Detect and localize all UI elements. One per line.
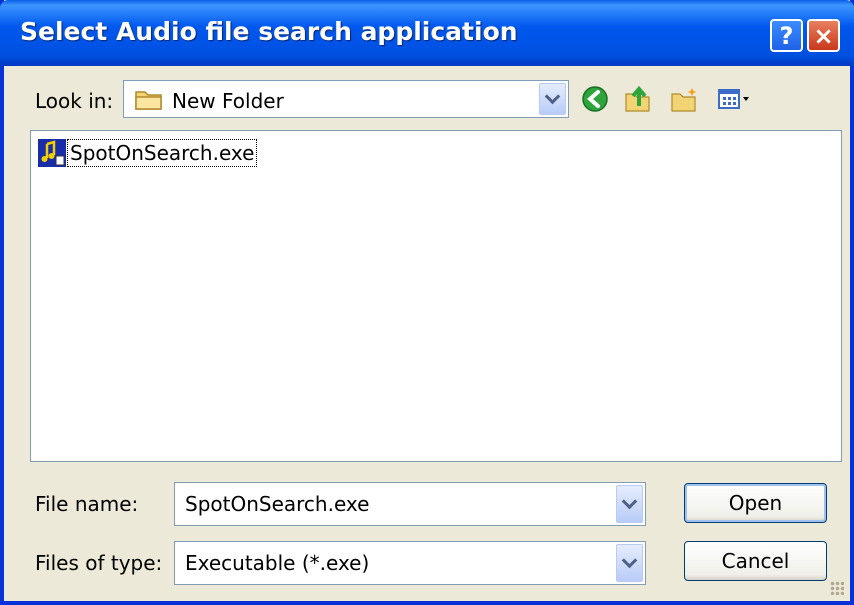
up-folder-button[interactable] [621,82,655,116]
file-type-label: Files of type: [35,551,163,575]
resize-grip[interactable] [830,581,844,595]
back-icon [582,86,608,112]
chevron-down-icon [544,88,561,104]
new-folder-icon [671,88,697,112]
look-in-label: Look in: [35,89,114,113]
help-button[interactable]: ? [770,19,803,52]
file-type-value: Executable (*.exe) [185,551,370,575]
chevron-down-icon [621,493,638,509]
cancel-button-label: Cancel [721,549,790,573]
audio-exe-icon [38,139,66,167]
file-name-field[interactable]: SpotOnSearch.exe [174,482,646,526]
view-menu-button[interactable] [714,82,760,116]
open-button[interactable]: Open [684,483,827,523]
up-folder-icon [625,85,650,112]
dialog-window: Select Audio file search application ? ×… [0,0,854,605]
new-folder-button[interactable] [667,82,701,116]
file-name-label: SpotOnSearch.exe [67,139,258,167]
cancel-button[interactable]: Cancel [684,541,827,581]
look-in-value: New Folder [172,89,284,113]
open-button-label: Open [728,491,783,515]
chevron-down-icon [621,552,638,568]
file-name-field-label: File name: [35,492,139,516]
title-bar[interactable]: Select Audio file search application ? × [0,0,854,66]
window-title: Select Audio file search application [20,17,518,46]
view-menu-icon [718,89,749,109]
close-button[interactable]: × [807,19,840,52]
look-in-dropdown[interactable]: New Folder [123,80,569,118]
file-type-dropdown-button[interactable] [616,544,643,582]
file-name-dropdown-button[interactable] [616,485,643,523]
folder-icon [134,87,164,116]
back-button[interactable] [578,82,612,116]
file-list[interactable]: SpotOnSearch.exe [30,130,842,462]
look-in-dropdown-button[interactable] [539,83,566,115]
file-type-dropdown[interactable]: Executable (*.exe) [174,541,646,585]
file-name-value[interactable]: SpotOnSearch.exe [185,492,369,516]
list-item[interactable]: SpotOnSearch.exe [37,137,258,169]
